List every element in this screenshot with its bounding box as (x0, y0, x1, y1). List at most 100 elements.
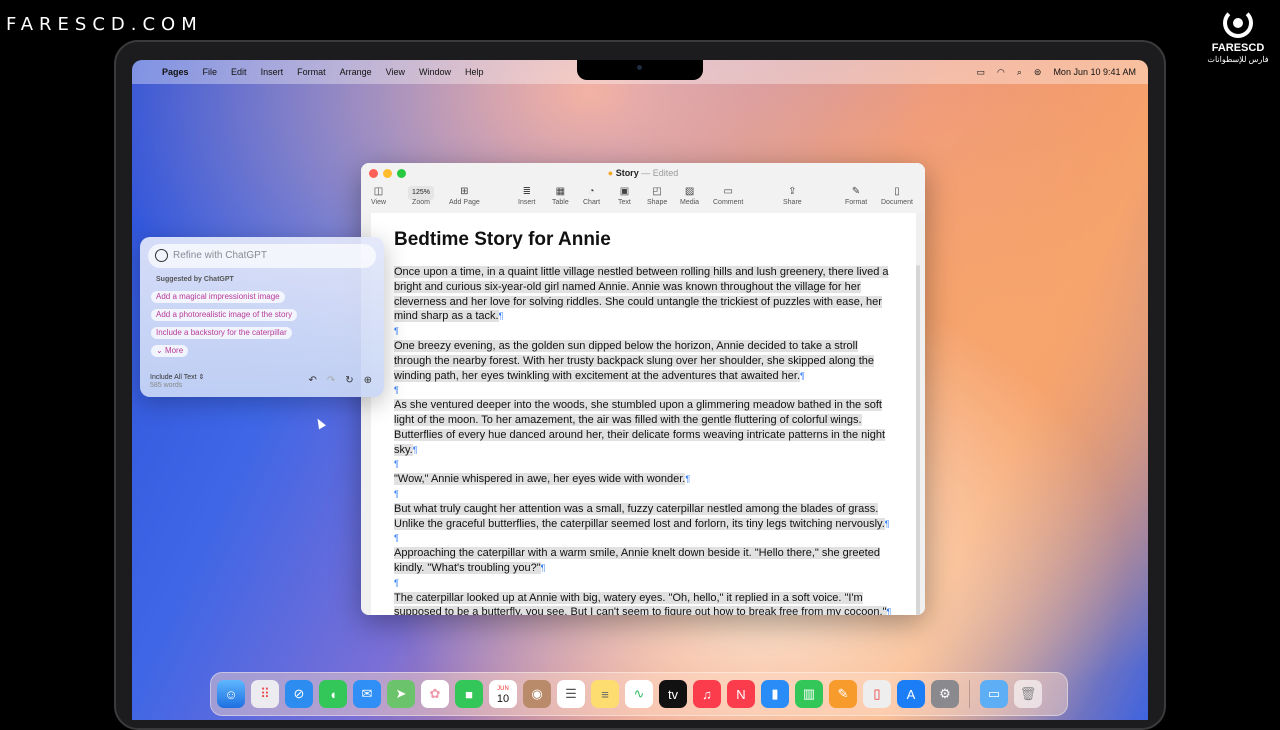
paragraph[interactable]: "Wow," Annie whispered in awe, her eyes … (394, 472, 896, 487)
shape-button[interactable]: ◰ Shape (647, 185, 667, 206)
menu-help[interactable]: Help (465, 67, 484, 77)
paragraph-text: Approaching the caterpillar with a warm … (394, 547, 880, 574)
menu-window[interactable]: Window (419, 67, 451, 77)
chart-button[interactable]: ◔ Chart (583, 185, 600, 206)
add-page-icon: ⊞ (460, 186, 469, 197)
mouse-pointer-icon (314, 416, 326, 430)
freeform-icon[interactable]: ∿ (625, 680, 653, 708)
title-bar: ● Story — Edited (361, 163, 925, 185)
paragraph[interactable]: One breezy evening, as the golden sun di… (394, 339, 896, 383)
news-icon[interactable]: N (727, 680, 755, 708)
pages-icon[interactable]: ✎ (829, 680, 857, 708)
comment-icon: ▭ (723, 186, 733, 197)
numbers-icon[interactable]: ▥ (795, 680, 823, 708)
system-settings-icon[interactable]: ⚙ (931, 680, 959, 708)
pilcrow-mark: ¶ (394, 459, 399, 470)
include-text-control[interactable]: Include All Text ⇕ 585 words (150, 373, 204, 389)
format-button[interactable]: ✎ Format (845, 185, 867, 206)
camera-notch (577, 60, 703, 80)
zoom-control[interactable]: 125% Zoom (399, 185, 443, 206)
comment-label: Comment (713, 199, 744, 206)
maps-icon[interactable]: ➤ (387, 680, 415, 708)
document-name[interactable]: Story (616, 168, 639, 178)
insert-icon: ≣ (522, 186, 531, 197)
include-all-text-label[interactable]: Include All Text ⇕ (150, 373, 204, 381)
notes-icon[interactable]: ≡ (591, 680, 619, 708)
contacts-icon[interactable]: ◉ (523, 680, 551, 708)
media-button[interactable]: ▨ Media (680, 185, 699, 206)
menu-app-pages[interactable]: Pages (162, 67, 189, 77)
music-icon[interactable]: ♫ (693, 680, 721, 708)
table-button[interactable]: ▦ Table (552, 185, 569, 206)
share-label: Share (783, 199, 802, 206)
calendar-icon[interactable]: JUN 10 (489, 680, 517, 708)
media-icon: ▨ (684, 186, 695, 197)
paragraph-text: The caterpillar looked up at Annie with … (394, 591, 887, 615)
desktop-screen: Pages File Edit Insert Format Arrange Vi… (132, 60, 1148, 720)
paragraph[interactable]: The caterpillar looked up at Annie with … (394, 591, 896, 615)
chatgpt-logo-icon (155, 249, 168, 262)
menu-clock[interactable]: Mon Jun 10 9:41 AM (1053, 67, 1136, 77)
pilcrow-mark: ¶ (884, 518, 890, 529)
suggestion-magical-image[interactable]: Add a magical impressionist image (151, 291, 285, 303)
document-page[interactable]: Bedtime Story for Annie Once upon a time… (371, 213, 916, 615)
battery-icon[interactable]: ▭ (976, 67, 985, 78)
zoom-value[interactable]: 125% (408, 186, 434, 200)
reminders-icon[interactable]: ☰ (557, 680, 585, 708)
mail-icon[interactable]: ✉ (353, 680, 381, 708)
suggestion-photorealistic-image[interactable]: Add a photorealistic image of the story (151, 309, 298, 321)
trash-icon[interactable]: 🗑 (1014, 680, 1042, 708)
add-page-button[interactable]: ⊞ Add Page (449, 185, 480, 206)
document-title[interactable]: Bedtime Story for Annie (394, 229, 611, 251)
wifi-icon[interactable]: ◠ (997, 67, 1005, 78)
facetime-icon[interactable]: ■ (455, 680, 483, 708)
pilcrow-mark: ¶ (394, 385, 399, 396)
app-store-icon[interactable]: A (897, 680, 925, 708)
comment-button[interactable]: ▭ Comment (713, 185, 743, 206)
chart-label: Chart (583, 199, 601, 206)
photos-icon[interactable]: ✿ (421, 680, 449, 708)
paragraph[interactable]: Approaching the caterpillar with a warm … (394, 546, 896, 576)
brand-logo-block: FARESCD فارس للإسطوانات (1206, 8, 1270, 64)
paragraph-text: As she ventured deeper into the woods, s… (394, 399, 886, 456)
menu-view[interactable]: View (386, 67, 405, 77)
dock-separator (969, 680, 970, 708)
text-button[interactable]: ▣ Text (618, 185, 631, 206)
menu-insert[interactable]: Insert (261, 67, 284, 77)
share-button[interactable]: ⇪ Share (783, 185, 802, 206)
keynote-icon[interactable]: ▮ (761, 680, 789, 708)
paragraph-text: "Wow," Annie whispered in awe, her eyes … (394, 473, 686, 486)
insert-button[interactable]: ≣ Insert (518, 185, 536, 206)
tv-icon[interactable]: tv (659, 680, 687, 708)
view-button[interactable]: ◫ View (371, 185, 386, 206)
finder-icon[interactable]: ☺ (217, 680, 245, 708)
downloads-folder-icon[interactable]: ▭ (980, 680, 1008, 708)
paragraph[interactable]: As she ventured deeper into the woods, s… (394, 398, 896, 457)
more-suggestions-button[interactable]: ⌄ More (151, 345, 189, 357)
share-icon: ⇪ (788, 186, 797, 197)
menu-format[interactable]: Format (297, 67, 326, 77)
iphone-mirroring-icon[interactable]: ▯ (863, 680, 891, 708)
regenerate-icon[interactable]: ↻ (345, 375, 353, 386)
safari-icon[interactable]: ⊘ (285, 680, 313, 708)
paragraph[interactable]: Once upon a time, in a quaint little vil… (394, 265, 896, 324)
paragraph[interactable]: But what truly caught her attention was … (394, 502, 896, 532)
control-center-icon[interactable]: ⊜ (1034, 67, 1042, 78)
refine-input[interactable]: Refine with ChatGPT (148, 244, 376, 268)
launchpad-icon[interactable]: ⠿ (251, 680, 279, 708)
menu-file[interactable]: File (203, 67, 218, 77)
edited-status: — Edited (641, 168, 679, 178)
suggestion-caterpillar-backstory[interactable]: Include a backstory for the caterpillar (151, 327, 292, 339)
document-body[interactable]: Once upon a time, in a quaint little vil… (394, 265, 896, 615)
vertical-scrollbar[interactable] (916, 265, 920, 615)
document-button[interactable]: ▯ Document (881, 185, 913, 206)
redo-icon[interactable]: ↷ (327, 375, 335, 386)
messages-icon[interactable]: ◖ (319, 680, 347, 708)
menu-arrange[interactable]: Arrange (340, 67, 372, 77)
add-circle-icon[interactable]: ⊕ (364, 375, 372, 386)
document-label: Document (881, 199, 913, 206)
menu-edit[interactable]: Edit (231, 67, 247, 77)
spotlight-search-icon[interactable]: ⌕ (1017, 67, 1022, 78)
pages-window: ● Story — Edited ◫ View 125% Zoom ⊞ Add Pag… (361, 163, 925, 615)
undo-icon[interactable]: ↶ (308, 375, 316, 386)
